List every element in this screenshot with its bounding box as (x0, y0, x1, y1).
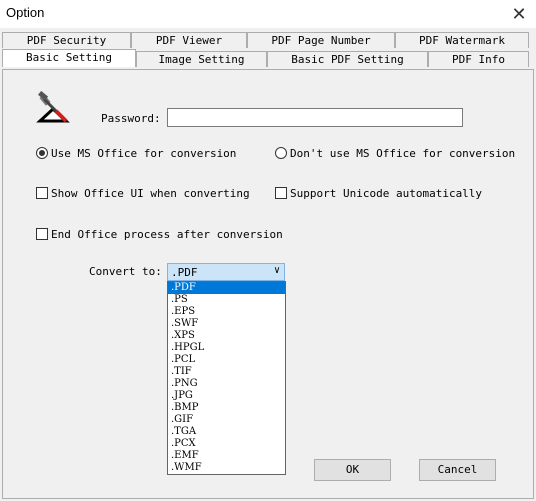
tab-pdf-page-number[interactable]: PDF Page Number (247, 32, 395, 48)
no-office-radio[interactable] (275, 147, 287, 159)
format-option[interactable]: .TGA (168, 426, 285, 438)
tools-icon (36, 91, 70, 123)
format-option[interactable]: .SWF (168, 318, 285, 330)
format-option[interactable]: .GIF (168, 414, 285, 426)
dialog-body: PDF Security PDF Viewer PDF Page Number … (0, 28, 536, 501)
format-option[interactable]: .EPS (168, 306, 285, 318)
format-option[interactable]: .PNG (168, 378, 285, 390)
format-option[interactable]: .BMP (168, 402, 285, 414)
tab-pdf-security[interactable]: PDF Security (2, 32, 131, 48)
tab-pdf-viewer[interactable]: PDF Viewer (131, 32, 247, 48)
format-option[interactable]: .PDF (168, 282, 285, 294)
format-option[interactable]: .PCL (168, 354, 285, 366)
title-bar: Option ✕ (0, 0, 536, 28)
convert-to-label: Convert to: (89, 265, 162, 278)
format-option[interactable]: .PCX (168, 438, 285, 450)
convert-to-select[interactable]: .PDF ∨ (167, 263, 285, 281)
cancel-button[interactable]: Cancel (419, 459, 496, 481)
convert-to-value: .PDF (171, 266, 198, 279)
close-icon[interactable]: ✕ (508, 3, 530, 25)
password-label: Password: (101, 112, 161, 125)
tab-pdf-info[interactable]: PDF Info (428, 51, 529, 67)
tab-image-setting[interactable]: Image Setting (136, 51, 267, 67)
window-title: Option (6, 5, 45, 20)
tab-basic-pdf-setting[interactable]: Basic PDF Setting (267, 51, 428, 67)
support-unicode-checkbox[interactable] (275, 187, 287, 199)
format-option[interactable]: .HPGL (168, 342, 285, 354)
format-option[interactable]: .WMF (168, 462, 285, 474)
tab-pdf-watermark[interactable]: PDF Watermark (395, 32, 529, 48)
use-office-radio[interactable] (36, 147, 48, 159)
format-dropdown-list[interactable]: .PDF .PS .EPS .SWF .XPS .HPGL .PCL .TIF … (167, 281, 286, 475)
end-office-process-checkbox[interactable] (36, 228, 48, 240)
format-option[interactable]: .TIF (168, 366, 285, 378)
format-option[interactable]: .XPS (168, 330, 285, 342)
format-option[interactable]: .PS (168, 294, 285, 306)
support-unicode-label: Support Unicode automatically (290, 187, 483, 200)
end-office-process-label: End Office process after conversion (51, 228, 283, 241)
tab-basic-setting[interactable]: Basic Setting (2, 49, 136, 67)
show-office-ui-label: Show Office UI when converting (51, 187, 250, 200)
use-office-label: Use MS Office for conversion (51, 147, 237, 160)
chevron-down-icon[interactable]: ∨ (274, 265, 280, 276)
password-input[interactable] (167, 108, 463, 127)
format-option[interactable]: .EMF (168, 450, 285, 462)
no-office-label: Don't use MS Office for conversion (290, 147, 516, 160)
radio-selected-dot (39, 150, 45, 156)
show-office-ui-checkbox[interactable] (36, 187, 48, 199)
format-option[interactable]: .JPG (168, 390, 285, 402)
ok-button[interactable]: OK (314, 459, 391, 481)
